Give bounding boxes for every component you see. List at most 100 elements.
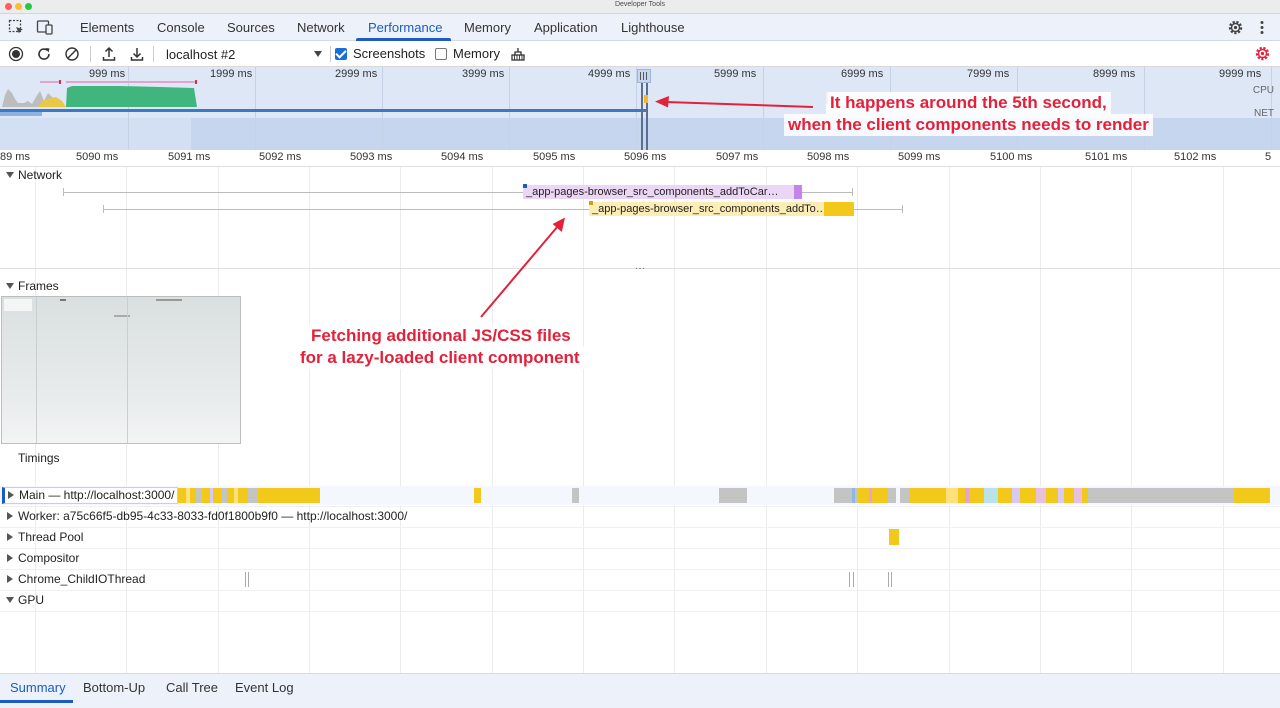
timings-track-title[interactable]: Timings <box>18 451 60 465</box>
main-task-segment[interactable] <box>965 488 969 503</box>
load-profile-icon[interactable] <box>101 46 117 62</box>
selection-end-line <box>646 83 648 150</box>
tab-sources[interactable]: Sources <box>227 14 275 41</box>
collapse-frames-icon[interactable] <box>6 283 14 289</box>
tab-event-log[interactable]: Event Log <box>235 674 294 702</box>
io-task-mark[interactable] <box>849 572 850 587</box>
time-gridline <box>492 167 493 673</box>
main-thread-label[interactable]: Main — http://localhost:3000/ <box>2 487 179 504</box>
save-profile-icon[interactable] <box>129 46 145 62</box>
ruler-tick: 5 <box>1265 151 1272 163</box>
flame-chart[interactable]: Network _app-pages-browser_src_component… <box>0 167 1280 673</box>
memory-checkbox[interactable] <box>435 48 447 60</box>
main-task-segment[interactable] <box>248 488 258 503</box>
main-task-segment[interactable] <box>1012 488 1020 503</box>
main-task-segment[interactable] <box>1036 488 1046 503</box>
collapse-network-icon[interactable] <box>6 172 14 178</box>
screenshot-detail <box>127 297 128 443</box>
profile-select[interactable]: localhost #2 <box>160 44 326 64</box>
ruler-tick: 5093 ms <box>350 151 393 163</box>
main-task-segment[interactable] <box>1058 488 1064 503</box>
tab-performance[interactable]: Performance <box>368 14 442 41</box>
row-separator <box>0 548 1280 549</box>
net-label: NET <box>1254 108 1274 119</box>
child-io-track-title[interactable]: Chrome_ChildIOThread <box>18 572 145 586</box>
io-task-mark[interactable] <box>888 572 889 587</box>
network-request-bar[interactable]: _app-pages-browser_src_components_addToC… <box>523 185 795 199</box>
main-task-segment[interactable] <box>719 488 747 503</box>
overview-tick: 7999 ms <box>967 68 1010 80</box>
net-request-line <box>0 109 648 112</box>
tab-elements[interactable]: Elements <box>80 14 134 41</box>
expand-compositor-icon[interactable] <box>7 554 13 562</box>
tab-bottom-up[interactable]: Bottom-Up <box>83 674 145 702</box>
frames-track-title[interactable]: Frames <box>18 279 59 293</box>
ruler-tick: 5100 ms <box>990 151 1033 163</box>
io-task-mark[interactable] <box>853 572 854 587</box>
main-task-segment[interactable] <box>946 488 958 503</box>
garbage-collect-icon[interactable] <box>510 46 526 62</box>
collapse-gpu-icon[interactable] <box>6 597 14 603</box>
expand-thread-pool-icon[interactable] <box>7 533 13 541</box>
expand-worker-icon[interactable] <box>7 512 13 520</box>
annotation-mid-line2: for a lazy-loaded client component <box>296 347 584 369</box>
io-task-mark[interactable] <box>245 572 246 587</box>
record-icon[interactable] <box>8 46 24 62</box>
clear-icon[interactable] <box>64 46 80 62</box>
main-task-segment[interactable] <box>869 488 872 503</box>
screenshot-detail <box>60 299 66 301</box>
main-task-segment[interactable] <box>1234 488 1269 503</box>
overview-tick: 6999 ms <box>841 68 884 80</box>
ruler-tick: 5097 ms <box>716 151 759 163</box>
more-options-icon[interactable] <box>1258 19 1266 36</box>
ruler-tick: 5092 ms <box>259 151 302 163</box>
main-task-segment[interactable] <box>196 488 202 503</box>
frame-screenshot[interactable] <box>1 296 241 444</box>
tab-application[interactable]: Application <box>534 14 598 41</box>
expand-main-icon[interactable] <box>8 491 14 499</box>
main-task-segment[interactable] <box>858 488 888 503</box>
network-track-title[interactable]: Network <box>18 168 62 182</box>
main-task-segment[interactable] <box>572 488 579 503</box>
tab-call-tree[interactable]: Call Tree <box>166 674 218 702</box>
main-task-segment[interactable] <box>984 488 998 503</box>
reload-record-icon[interactable] <box>36 46 52 62</box>
thread-pool-task[interactable] <box>889 529 899 545</box>
main-task-segment[interactable] <box>234 488 238 503</box>
gpu-track-title[interactable]: GPU <box>18 593 44 607</box>
main-task-segment[interactable] <box>1074 488 1082 503</box>
tab-console[interactable]: Console <box>157 14 205 41</box>
screenshot-detail <box>4 299 32 311</box>
main-task-segment[interactable] <box>222 488 227 503</box>
devtools-window: Developer Tools Elements Console Sources… <box>0 0 1280 708</box>
io-task-mark[interactable] <box>891 572 892 587</box>
request-download-segment <box>824 202 854 216</box>
main-task-segment[interactable] <box>474 488 481 503</box>
tab-lighthouse[interactable]: Lighthouse <box>621 14 685 41</box>
main-task-segment[interactable] <box>170 488 320 503</box>
compositor-track-title[interactable]: Compositor <box>18 551 79 565</box>
device-toolbar-icon[interactable] <box>36 19 54 36</box>
screenshot-detail <box>156 299 182 301</box>
time-gridline <box>857 167 858 673</box>
request-line-cap <box>852 188 853 196</box>
inspect-element-icon[interactable] <box>8 19 25 36</box>
tab-network[interactable]: Network <box>297 14 345 41</box>
worker-track-title[interactable]: Worker: a75c66f5-db95-4c33-8033-fd0f1800… <box>18 509 407 523</box>
main-thread-row[interactable]: Main — http://localhost:3000/ <box>0 486 1280 505</box>
thread-pool-track-title[interactable]: Thread Pool <box>18 530 83 544</box>
main-task-segment[interactable] <box>210 488 213 503</box>
main-task-segment[interactable] <box>852 488 855 503</box>
expand-child-io-icon[interactable] <box>7 575 13 583</box>
settings-gear-icon[interactable] <box>1227 19 1244 36</box>
io-task-mark[interactable] <box>248 572 249 587</box>
capture-settings-icon[interactable] <box>1254 45 1271 62</box>
screenshots-checkbox[interactable] <box>335 48 347 60</box>
main-task-segment[interactable] <box>186 488 190 503</box>
tab-memory[interactable]: Memory <box>464 14 511 41</box>
network-request-bar[interactable]: _app-pages-browser_src_components_addTo… <box>589 202 825 216</box>
resizer-grip-icon[interactable]: ··· <box>635 264 645 274</box>
ruler-tick: 5095 ms <box>533 151 576 163</box>
tab-summary[interactable]: Summary <box>10 674 66 702</box>
time-ruler: 89 ms 5090 ms 5091 ms 5092 ms 5093 ms 50… <box>0 150 1280 167</box>
